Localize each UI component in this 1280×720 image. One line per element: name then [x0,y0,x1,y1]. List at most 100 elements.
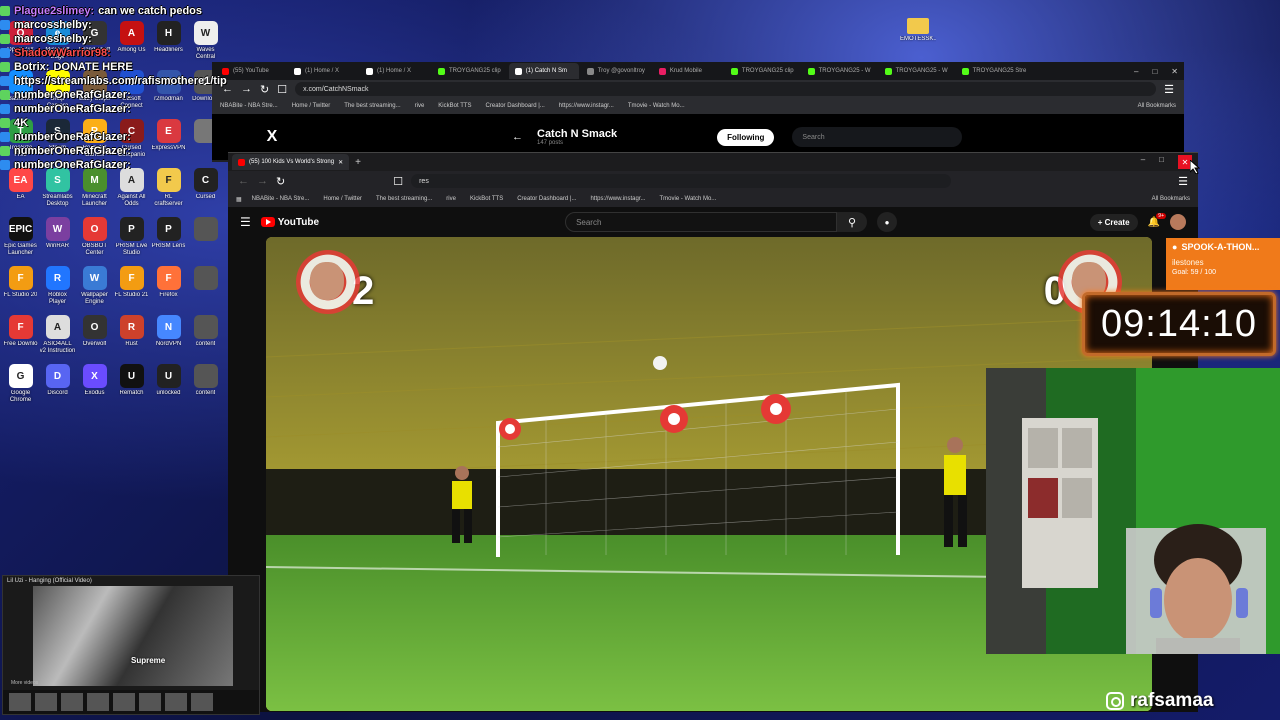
forward-arrow-icon[interactable]: → [257,175,268,187]
music-video-overlay[interactable]: Lil Uzi - Hanging (Official Video) Supre… [2,575,260,715]
voice-search-button[interactable]: ● [877,212,898,232]
desktop-shortcut[interactable]: F FL Studio 20 [2,263,39,312]
back-browser-window[interactable]: (55) YouTube (1) Home / X (1) Home / X TROY… [212,62,1184,162]
front-address-bar[interactable]: res [411,174,952,188]
desktop-shortcut[interactable]: content [187,312,224,361]
close-icon[interactable]: ✕ [1171,67,1178,76]
extensions-icon[interactable]: ☰ [1178,175,1188,188]
desktop-shortcut[interactable]: S Streamlabs Desktop [39,165,76,214]
desktop-shortcut[interactable]: W WinRAR [39,214,76,263]
desktop-shortcut[interactable]: EPIC Epic Games Launcher [2,214,39,263]
desktop-shortcut[interactable]: M Minecraft Launcher [76,165,113,214]
forward-arrow-icon[interactable]: → [241,83,252,95]
tab-close-icon[interactable]: ✕ [338,159,343,166]
bookmark-item[interactable]: Creator Dashboard |... [486,103,545,109]
desktop-shortcut[interactable]: Uunlocked [150,361,187,410]
browser-tab[interactable]: (1) Catch N Sm [508,63,579,79]
video-thumbnail[interactable] [191,693,213,711]
maximize-icon[interactable]: □ [1159,155,1164,169]
bookmark-icon[interactable]: ☐ [277,83,287,96]
desktop-shortcut[interactable]: O OBSBOT Center [76,214,113,263]
desktop-shortcut[interactable]: A ASIO4ALL v2 Instruction [39,312,76,361]
desktop-shortcut[interactable] [187,214,224,263]
bookmark-item[interactable]: https://www.instagr... [590,196,645,202]
desktop-shortcut[interactable]: F RL craftserver [150,165,187,214]
bookmark-item[interactable]: Tmovie - Watch Mo... [660,196,717,202]
bookmark-item[interactable]: Home / Twitter [323,196,362,202]
desktop-shortcut[interactable]: G Google Chrome [2,361,39,410]
desktop-shortcut[interactable]: W Wallpaper Engine [76,263,113,312]
browser-tab[interactable]: TROYGANG25 - W [879,63,954,79]
bookmark-item[interactable]: Home / Twitter [292,103,331,109]
desktop-shortcut[interactable]: C Cursed [187,165,224,214]
browser-tab[interactable]: Troy @govonltroy [581,63,651,79]
all-bookmarks-folder[interactable]: All Bookmarks [1152,196,1190,202]
desktop-shortcut[interactable]: O Overwolf [76,312,113,361]
youtube-search-input[interactable]: Search [565,212,838,232]
minimize-icon[interactable]: – [1134,67,1138,76]
video-thumbnail[interactable] [139,693,161,711]
desktop-shortcut[interactable]: P PRISM Live Studio [113,214,150,263]
bookmark-item[interactable]: KickBot TTS [438,103,471,109]
following-button[interactable]: Following [717,128,775,146]
minimize-icon[interactable]: – [1141,155,1145,169]
video-thumbnail[interactable] [165,693,187,711]
browser-tab[interactable]: TROYGANG25 clip [725,63,800,79]
browser-tab[interactable]: TROYGANG25 Stre [956,63,1033,79]
emotes-folder-icon[interactable]: EMOTESSK... [900,18,936,43]
browser-tab[interactable]: (1) Home / X [288,63,358,79]
back-arrow-icon[interactable]: ← [238,175,249,187]
video-thumbnail[interactable] [87,693,109,711]
bookmark-item[interactable]: KickBot TTS [470,196,503,202]
desktop-shortcut[interactable]: F Firefox [150,263,187,312]
bookmark-item[interactable]: rive [415,103,425,109]
desktop-shortcut[interactable]: N NordVPN [150,312,187,361]
reload-icon[interactable]: ↻ [260,83,269,96]
bookmark-item[interactable]: NBABite - NBA Stre... [252,196,310,202]
desktop-shortcut[interactable]: R Roblox Player [39,263,76,312]
desktop-shortcut[interactable] [187,263,224,312]
bookmark-icon[interactable]: ☐ [393,175,403,188]
desktop-shortcut[interactable]: U Rematch [113,361,150,410]
desktop-shortcut[interactable]: content [187,361,224,410]
new-tab-icon[interactable]: + [355,157,361,168]
tab-youtube-video[interactable]: (55) 100 Kids Vs World's Strong ✕ [232,154,350,170]
back-address-bar[interactable]: x.com/CatchNSmack [295,82,1157,96]
browser-tab[interactable]: Krud Mobile [653,63,723,79]
desktop-shortcut[interactable]: F FL Studio 21 [113,263,150,312]
browser-tab[interactable]: TROYGANG25 clip [432,63,507,79]
notifications-button[interactable]: 🔔 9+ [1148,212,1166,228]
create-button[interactable]: + Create [1089,213,1138,231]
menu-icon[interactable]: ☰ [240,215,251,229]
video-thumbnail[interactable] [113,693,135,711]
bookmark-item[interactable]: The best streaming... [344,103,400,109]
desktop-shortcut[interactable]: D Discord [39,361,76,410]
search-button[interactable]: ⚲ [837,212,868,232]
youtube-logo[interactable]: YouTube [260,217,319,228]
back-arrow-icon[interactable]: ← [512,131,523,143]
desktop-shortcut[interactable]: A Against All Odds [113,165,150,214]
all-bookmarks-folder[interactable]: All Bookmarks [1138,103,1176,109]
apps-icon[interactable]: ▦ [236,196,242,203]
browser-tab[interactable]: (1) Home / X [360,63,430,79]
bookmark-item[interactable]: Tmovie - Watch Mo... [628,103,685,109]
bookmark-item[interactable]: https://www.instagr... [559,103,614,109]
video-thumbnail[interactable] [9,693,31,711]
video-thumbnail[interactable] [61,693,83,711]
desktop-shortcut[interactable]: R Rust [113,312,150,361]
maximize-icon[interactable]: □ [1152,67,1157,76]
bookmark-item[interactable]: The best streaming... [376,196,432,202]
extensions-icon[interactable]: ☰ [1164,83,1174,96]
avatar[interactable] [1170,214,1186,230]
desktop-shortcut[interactable]: F Free Downlo [2,312,39,361]
desktop-shortcut[interactable]: X Exodus [76,361,113,410]
desktop-shortcut[interactable]: EA EA [2,165,39,214]
bookmark-item[interactable]: rive [446,196,456,202]
x-search-input[interactable]: Search [792,127,963,147]
bookmark-item[interactable]: Creator Dashboard |... [517,196,576,202]
reload-icon[interactable]: ↻ [276,175,285,188]
browser-tab[interactable]: TROYGANG25 - W [802,63,877,79]
desktop-shortcut[interactable]: P PRISM Lens [150,214,187,263]
video-thumbnail[interactable] [35,693,57,711]
soccer-ball [653,356,667,370]
